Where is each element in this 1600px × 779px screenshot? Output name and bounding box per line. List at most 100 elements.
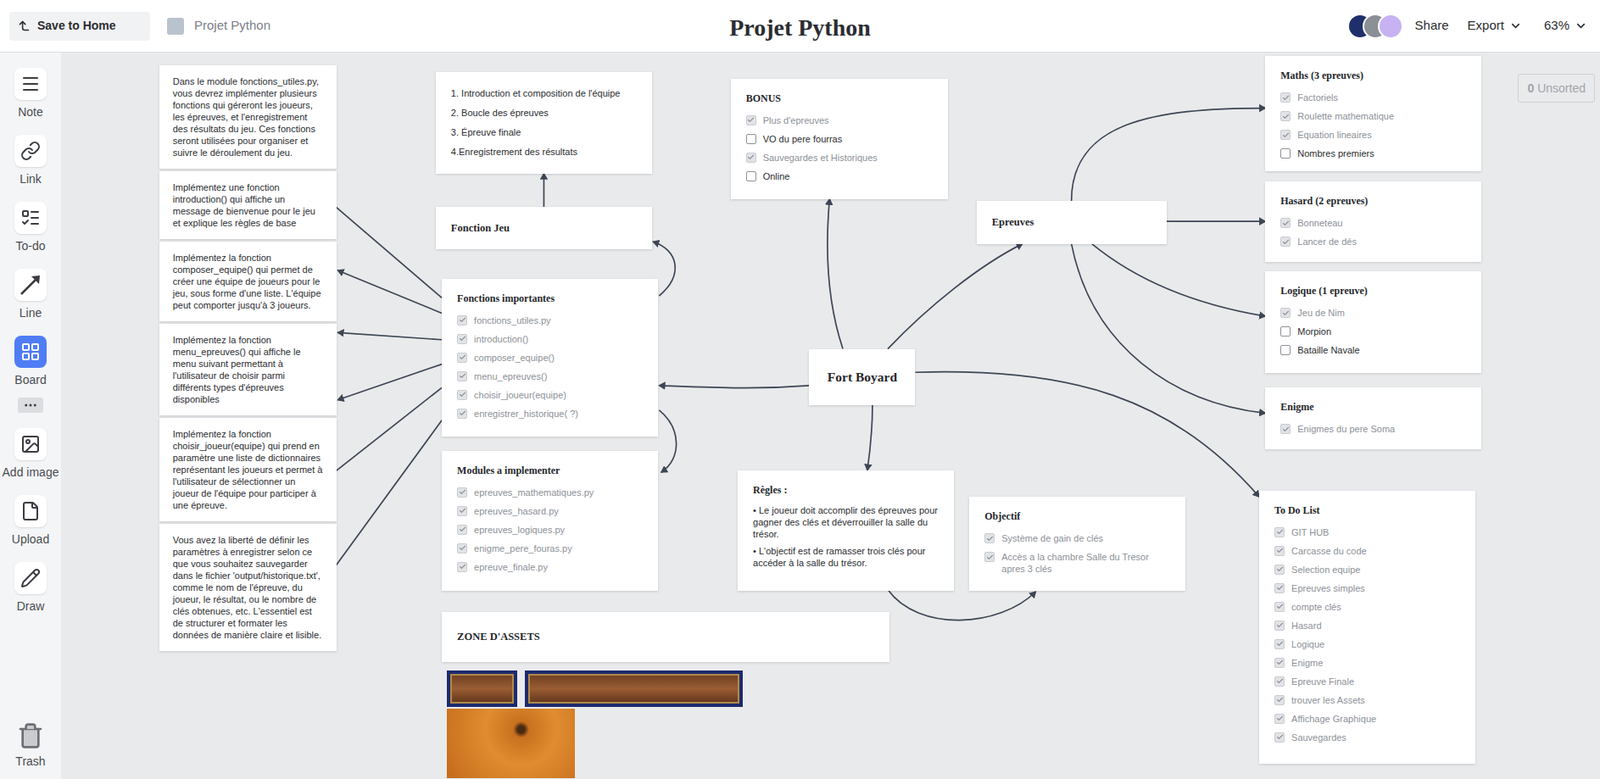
connector-line[interactable]	[914, 372, 1260, 497]
todo-item[interactable]: Jeu de Nim	[1280, 303, 1467, 323]
todo-item[interactable]: menu_epreuves()	[457, 367, 643, 386]
list-card[interactable]: 1. Introduction et composition de l'équi…	[435, 72, 653, 174]
todo-item[interactable]: Online	[746, 167, 933, 186]
todo-item[interactable]: Nombres premiers	[1280, 144, 1467, 163]
connector-line[interactable]	[887, 244, 1023, 350]
todo-item[interactable]: Morpion	[1280, 322, 1467, 341]
todo-item[interactable]: Factoriels	[1280, 88, 1467, 107]
trash[interactable]: Trash	[15, 722, 45, 771]
checkbox[interactable]	[457, 315, 468, 326]
heading-card[interactable]: ZONE D'ASSETS	[441, 612, 890, 663]
todo-item[interactable]: Bonneteau	[1280, 213, 1467, 233]
checkbox[interactable]	[1274, 695, 1285, 706]
connector-line[interactable]	[337, 364, 442, 401]
note-card[interactable]: Vous avez la liberté de définir les para…	[159, 524, 337, 652]
todo-item[interactable]: epreuves_hasard.py	[457, 501, 643, 521]
note-card[interactable]: Implémentez la fonction composer_equipe(…	[159, 241, 337, 322]
todo-item[interactable]: Carcasse du code	[1274, 541, 1461, 561]
connector-line[interactable]	[887, 590, 1036, 621]
checkbox[interactable]	[457, 352, 468, 363]
note-card[interactable]: Implémentez la fonction choisir_joueur(e…	[159, 418, 337, 522]
asset-image[interactable]	[446, 708, 575, 779]
tool-item[interactable]: Line	[14, 268, 47, 323]
note-card[interactable]: Implémentez une fonction introduction() …	[159, 171, 337, 240]
todo-item[interactable]: Lancer de dés	[1280, 232, 1467, 251]
canvas[interactable]: Dans le module fonctions_utiles.py, vous…	[61, 52, 1600, 779]
tool-item[interactable]: To-do	[14, 201, 47, 256]
checkbox[interactable]	[746, 133, 757, 145]
export-button[interactable]: Export	[1467, 16, 1522, 36]
todo-item[interactable]: introduction()	[457, 329, 643, 349]
todo-card[interactable]: Logique (1 epreuve)Jeu de NimMorpionBata…	[1265, 271, 1482, 374]
avatars[interactable]	[1347, 13, 1404, 40]
checkbox[interactable]	[1274, 564, 1285, 575]
title-card[interactable]: Fort Boyard	[808, 349, 915, 406]
connector-line[interactable]	[1166, 220, 1266, 223]
checkbox[interactable]	[1280, 326, 1291, 337]
todo-item[interactable]: Epreuve Finale	[1274, 672, 1461, 692]
checkbox[interactable]	[1280, 236, 1291, 247]
todo-card[interactable]: To Do ListGIT HUBCarcasse du codeSelecti…	[1259, 490, 1476, 765]
connector-line[interactable]	[867, 405, 873, 471]
note-card[interactable]: Implémentez la fonction menu_epreuves() …	[159, 323, 337, 416]
rules-card[interactable]: Règles :• Le joueur doit accomplir des é…	[737, 470, 954, 591]
checkbox[interactable]	[1274, 546, 1285, 557]
todo-card[interactable]: Modules a implementerepreuves_mathematiq…	[441, 451, 658, 591]
todo-item[interactable]: Hasard	[1274, 616, 1461, 636]
checkbox[interactable]	[984, 551, 995, 563]
todo-item[interactable]: Plus d'epreuves	[746, 111, 933, 130]
todo-item[interactable]: Sauvegardes et Historiques	[746, 148, 933, 168]
todo-card[interactable]: EnigmeEnigmes du pere Soma	[1265, 387, 1482, 449]
checkbox[interactable]	[457, 543, 468, 554]
checkbox[interactable]	[457, 390, 468, 401]
todo-item[interactable]: VO du pere fourras	[746, 129, 933, 149]
checkbox[interactable]	[746, 152, 757, 163]
heading-card[interactable]: Fonction Jeu	[435, 206, 653, 249]
tool-item[interactable]: Add image	[2, 428, 60, 482]
connector-line[interactable]	[1071, 108, 1266, 202]
checkbox[interactable]	[1280, 423, 1291, 435]
checkbox[interactable]	[1274, 657, 1285, 669]
todo-item[interactable]: Equation lineaires	[1280, 125, 1467, 145]
todo-item[interactable]: Enigmes du pere Soma	[1280, 419, 1467, 439]
connector-line[interactable]	[543, 173, 546, 208]
connector-line[interactable]	[827, 199, 843, 350]
checkbox[interactable]	[457, 562, 468, 573]
todo-item[interactable]: Roulette mathematique	[1280, 106, 1467, 126]
tool-item[interactable]: Note	[14, 67, 47, 122]
breadcrumb[interactable]: Projet Python	[167, 16, 271, 36]
connector-line[interactable]	[1071, 244, 1266, 414]
todo-item[interactable]: epreuves_logiques.py	[457, 520, 643, 540]
todo-card[interactable]: Fonctions importantesfonctions_utiles.py…	[441, 278, 658, 438]
todo-item[interactable]: enregistrer_historique( ?)	[457, 404, 643, 424]
todo-item[interactable]: composer_equipe()	[457, 348, 643, 368]
todo-item[interactable]: epreuves_mathematiques.py	[457, 483, 643, 502]
todo-item[interactable]: Affichage Graphique	[1274, 709, 1461, 729]
todo-card[interactable]: ObjectifSystème de gain de clésAccès a l…	[969, 496, 1186, 591]
checkbox[interactable]	[1274, 676, 1285, 687]
tool-item[interactable]: Upload	[11, 495, 50, 549]
checkbox[interactable]	[1274, 527, 1285, 538]
checkbox[interactable]	[457, 506, 468, 517]
todo-item[interactable]: compte clés	[1274, 597, 1461, 617]
checkbox[interactable]	[457, 408, 468, 419]
note-card[interactable]: Dans le module fonctions_utiles.py, vous…	[159, 65, 337, 169]
save-button[interactable]: Save to Home	[9, 11, 151, 41]
todo-item[interactable]: Accès a la chambre Salle du Tresor apres…	[984, 547, 1171, 579]
connector-line[interactable]	[658, 410, 676, 473]
heading-card[interactable]: Epreuves	[976, 200, 1167, 245]
todo-item[interactable]: enigme_pere_fouras.py	[457, 539, 643, 558]
todo-item[interactable]: Bataille Navale	[1280, 340, 1467, 360]
checkbox[interactable]	[1274, 732, 1285, 743]
todo-item[interactable]: Selection equipe	[1274, 560, 1461, 580]
connector-line[interactable]	[658, 385, 809, 389]
checkbox[interactable]	[984, 533, 995, 544]
todo-card[interactable]: BONUSPlus d'epreuvesVO du pere fourrasSa…	[730, 78, 948, 200]
todo-item[interactable]: Enigme	[1274, 653, 1461, 673]
todo-item[interactable]: choisir_joueur(equipe)	[457, 385, 643, 405]
checkbox[interactable]	[457, 334, 468, 345]
checkbox[interactable]	[1274, 620, 1285, 631]
todo-item[interactable]: Epreuves simples	[1274, 579, 1461, 598]
checkbox[interactable]	[1280, 345, 1291, 356]
todo-item[interactable]: GIT HUB	[1274, 523, 1461, 542]
